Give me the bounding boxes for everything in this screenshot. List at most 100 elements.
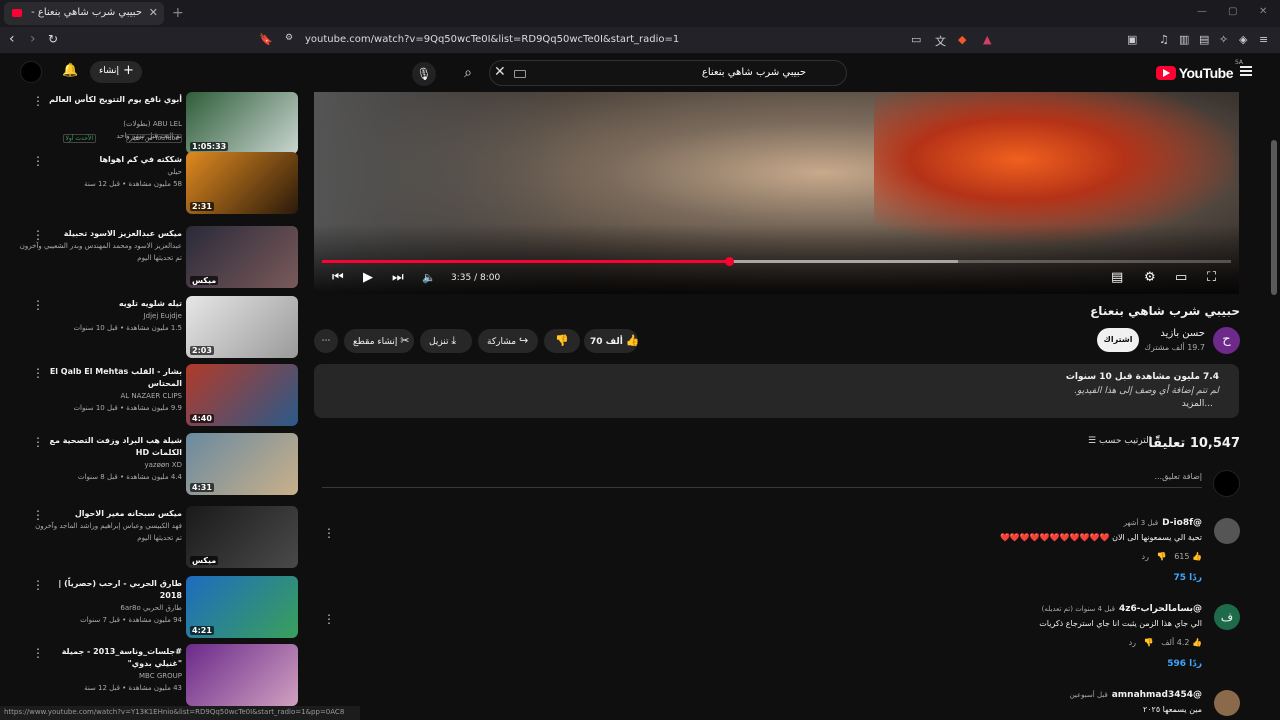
related-video-channel[interactable]: AL NAZAER CLIPS <box>120 392 182 400</box>
back-icon[interactable]: ‹ <box>9 31 15 47</box>
video-thumbnail[interactable]: 2:03 <box>186 296 298 358</box>
related-video-title[interactable]: أبوي ناقع يوم التتويج لكأس العالم <box>42 94 182 106</box>
search-input[interactable]: حبيبي شرب شاهي بنعناع ✕ <box>489 60 847 86</box>
related-video-title[interactable]: شيلة هب البراد وزفت التصحية مع الكلمات H… <box>42 435 182 459</box>
youtube-logo[interactable]: YouTube SA <box>1155 59 1243 81</box>
related-video-channel[interactable]: Jdjej Eujdje <box>144 312 182 320</box>
more-vertical-icon[interactable]: ⋮ <box>32 508 44 522</box>
video-thumbnail[interactable]: 4:40 <box>186 364 298 426</box>
search-icon[interactable]: ⌕ <box>455 61 481 87</box>
related-video-title[interactable]: شككته في كم اهواها <box>42 154 183 166</box>
wallet-icon[interactable]: ▤ <box>1199 33 1209 46</box>
video-thumbnail[interactable]: 1:05:33 <box>186 92 298 154</box>
add-comment-input[interactable]: إضافة تعليق... <box>1154 472 1202 481</box>
comment-avatar[interactable]: ف <box>1214 604 1240 630</box>
leo-icon[interactable]: ✧ <box>1219 33 1228 46</box>
related-video-channel[interactable]: حيلي <box>167 168 182 176</box>
cast-icon[interactable]: ▭ <box>911 33 921 46</box>
video-thumbnail[interactable] <box>186 644 298 706</box>
dislike-button[interactable]: 👎 <box>544 329 580 353</box>
theater-mode-icon[interactable]: ▭ <box>1175 270 1187 286</box>
video-thumbnail[interactable]: 2:31 <box>186 152 298 214</box>
related-video-title[interactable]: بشار - القلب El Qalb El Mehtas المحتاس <box>42 366 182 390</box>
reload-icon[interactable]: ↻ <box>48 32 58 46</box>
related-video-title[interactable]: ميكس سبحانه مغير الاحوال <box>42 508 182 520</box>
comment-like-icon[interactable]: 👍 <box>1192 638 1202 647</box>
more-vertical-icon[interactable]: ⋮ <box>32 154 44 168</box>
next-icon[interactable]: ⏭ <box>392 270 404 286</box>
close-window-icon[interactable]: ✕ <box>1259 6 1267 17</box>
keyboard-icon[interactable] <box>514 70 526 78</box>
brave-shield-icon[interactable]: ◆ <box>958 33 966 46</box>
reader-icon[interactable]: ▣ <box>1127 33 1137 46</box>
maximize-icon[interactable]: ▢ <box>1228 6 1237 17</box>
related-video-item[interactable]: 4:40 بشار - القلب El Qalb El Mehtas المحت… <box>0 364 300 430</box>
related-video-item[interactable]: #جلسات_وناسة_2013 - جميلة "غنيلي بدوي" MB… <box>0 644 300 710</box>
translate-icon[interactable]: 文 <box>935 33 946 49</box>
subscribe-button[interactable]: اشتراك <box>1097 328 1139 352</box>
more-vertical-icon[interactable]: ⋮ <box>32 298 44 312</box>
related-video-item[interactable]: 2:03 تيله شلويه تلويه Jdjej Eujdje 1.5 مليو… <box>0 296 300 362</box>
related-video-item[interactable]: ميكس ميكس سبحانه مغير الاحوال فهد الكبيسي … <box>0 506 300 572</box>
clip-button[interactable]: إنشاء مقطع ✂ <box>344 329 414 353</box>
more-vertical-icon[interactable]: ⋮ <box>32 646 44 660</box>
reply-button[interactable]: رد <box>1129 638 1136 647</box>
video-thumbnail[interactable]: ميكس <box>186 506 298 568</box>
microphone-icon[interactable]: 🎙 <box>412 62 436 86</box>
video-thumbnail[interactable]: 4:21 <box>186 576 298 638</box>
related-video-item[interactable]: 4:31 شيلة هب البراد وزفت التصحية مع الكلم… <box>0 433 300 499</box>
rewards-icon[interactable]: ▲ <box>983 33 991 46</box>
media-icon[interactable]: ♫ <box>1159 33 1169 46</box>
comment-like-icon[interactable]: 👍 <box>1192 552 1202 561</box>
description-box[interactable]: 7.4 مليون مشاهدة قبل 10 سنوات لم تتم إضا… <box>314 364 1239 418</box>
guide-menu-icon[interactable] <box>1240 66 1252 76</box>
comment-avatar[interactable] <box>1214 690 1240 716</box>
related-video-item[interactable]: ميكس ميكس عبدالعزيز الاسود تحبيلة عبدالعزي… <box>0 226 300 292</box>
subtitles-icon[interactable]: ▤ <box>1111 270 1123 286</box>
related-video-item[interactable]: 1:05:33 أبوي ناقع يوم التتويج لكأس العالم… <box>0 92 300 158</box>
view-replies-button[interactable]: 75 ردًا <box>1173 573 1202 583</box>
create-button[interactable]: إنشاء + <box>90 61 142 83</box>
more-vertical-icon[interactable]: ⋮ <box>32 94 44 108</box>
share-button[interactable]: مشاركة ↪ <box>478 329 538 353</box>
related-video-title[interactable]: تيله شلويه تلويه <box>42 298 182 310</box>
page-scrollbar[interactable] <box>1271 140 1277 295</box>
account-avatar[interactable] <box>20 61 42 83</box>
download-button[interactable]: تنزيل ⤓ <box>420 329 472 353</box>
related-video-title[interactable]: طارق الحربي - ارحب (حصرياً) | 2018 <box>42 578 182 602</box>
comment-dislike-icon[interactable]: 👎 <box>1144 638 1154 647</box>
related-video-channel[interactable]: فهد الكبيسي وعباس إبراهيم وراشد الماجد و… <box>35 522 182 530</box>
comment-dislike-icon[interactable]: 👎 <box>1157 552 1167 561</box>
more-vertical-icon[interactable]: ⋮ <box>32 435 44 449</box>
menu-icon[interactable]: ≡ <box>1259 33 1268 46</box>
video-player[interactable]: ⏮ ▶ ⏭ 🔈 3:35 / 8:00 ▤ ⚙ ▭ ⛶ <box>314 92 1239 294</box>
video-thumbnail[interactable]: ميكس <box>186 226 298 288</box>
vpn-icon[interactable]: ◈ <box>1239 33 1247 46</box>
comment-author[interactable]: @بسامالحراب-4z6 <box>1119 604 1202 614</box>
notifications-bell-icon[interactable]: 🔔 <box>62 63 78 78</box>
settings-gear-icon[interactable]: ⚙ <box>1144 270 1156 286</box>
related-video-channel[interactable]: طارق الحربي 6ar8o <box>120 604 182 612</box>
more-vertical-icon[interactable]: ⋮ <box>32 578 44 592</box>
related-video-item[interactable]: 4:21 طارق الحربي - ارحب (حصرياً) | 2018 طا… <box>0 576 300 642</box>
video-thumbnail[interactable]: 4:31 <box>186 433 298 495</box>
clear-search-icon[interactable]: ✕ <box>494 64 506 80</box>
previous-icon[interactable]: ⏮ <box>332 270 344 286</box>
tab-close-icon[interactable]: ✕ <box>149 6 158 19</box>
more-actions-button[interactable]: ⋯ <box>314 329 338 353</box>
like-button[interactable]: 70 ألف 👍 <box>584 329 639 353</box>
comment-author[interactable]: @amnahmad3454 <box>1112 690 1202 700</box>
bookmark-icon[interactable]: 🔖 <box>259 33 273 46</box>
volume-icon[interactable]: 🔈 <box>422 270 436 286</box>
related-video-channel[interactable]: yazøøn XD <box>144 461 182 469</box>
view-replies-button[interactable]: 596 ردًا <box>1167 659 1202 669</box>
channel-name[interactable]: حسن بازيد <box>1160 328 1205 339</box>
comment-avatar[interactable] <box>1214 518 1240 544</box>
new-tab-icon[interactable]: + <box>172 5 184 21</box>
related-video-item[interactable]: 2:31 شككته في كم اهواها حيلي 58 مليون مشاهد… <box>0 152 300 218</box>
fullscreen-icon[interactable]: ⛶ <box>1207 270 1216 286</box>
more-vertical-icon[interactable]: ⋮ <box>32 366 44 380</box>
site-info-icon[interactable]: ⚙ <box>285 33 293 43</box>
related-video-channel[interactable]: عبدالعزيز الاسود ومحمد المهندس وبدر الشع… <box>20 242 182 250</box>
browser-tab[interactable]: حبيبي شرب شاهي بنعناع - YouTube ✕ <box>4 2 164 25</box>
